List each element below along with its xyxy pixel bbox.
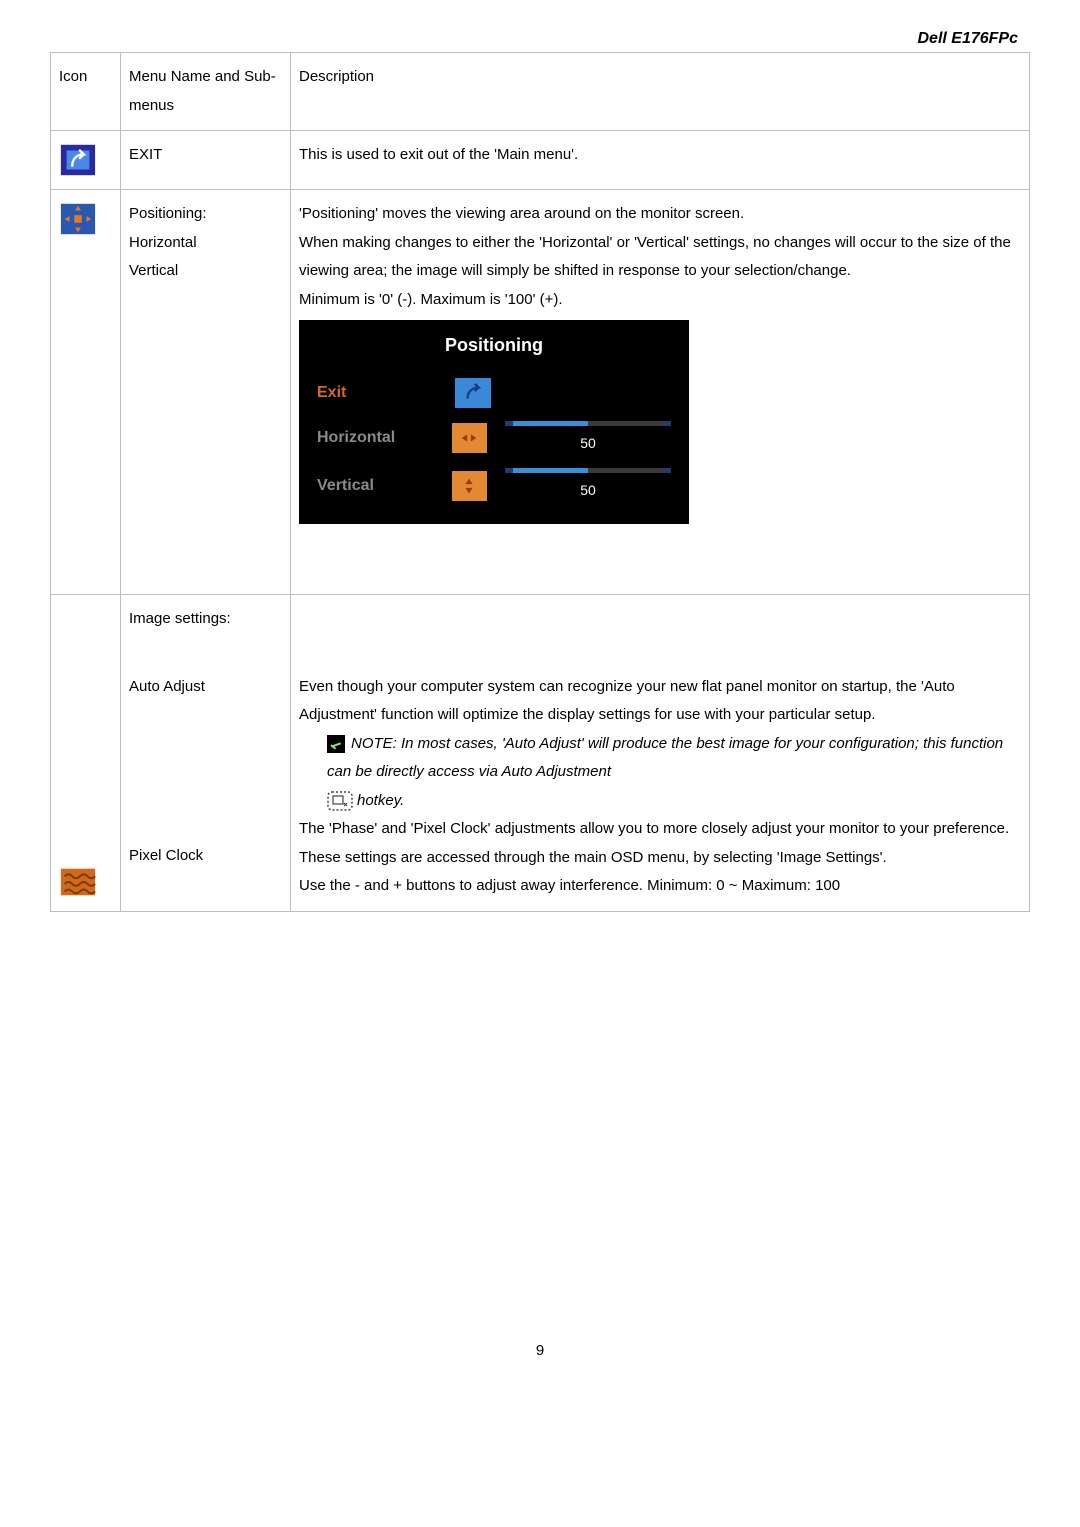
osd-vertical-label: Vertical [317,471,434,501]
osd-vertical-value: 50 [580,477,596,504]
osd-vertical-slider [505,468,671,473]
osd-exit-icon [455,378,491,408]
exit-icon [59,141,97,179]
note-text-1: NOTE: In most cases, 'Auto Adjust' will … [327,735,1003,781]
positioning-osd-panel: Positioning Exit Horizontal [299,320,689,524]
auto-adjust-label: Auto Adjust [129,673,282,702]
osd-horizontal-value: 50 [580,430,596,457]
exit-desc: This is used to exit out of the 'Main me… [291,131,1030,190]
auto-adjust-desc: Even though your computer system can rec… [299,673,1021,730]
exit-menu-label: EXIT [121,131,291,190]
positioning-menu-line3: Vertical [129,257,282,286]
pixel-clock-desc-2: Use the - and + buttons to adjust away i… [299,872,1021,901]
positioning-icon [59,200,97,238]
pixel-clock-label: Pixel Clock [129,842,282,871]
image-settings-heading: Image settings: [129,605,282,634]
osd-horizontal-icon [452,423,487,453]
osd-exit-label: Exit [317,378,437,408]
osd-menu-table: Icon Menu Name and Sub-menus Description… [50,52,1030,912]
col-desc-header: Description [291,53,1030,131]
col-icon-header: Icon [51,53,121,131]
product-header: Dell E176FPc [50,30,1030,48]
page-number: 9 [50,1342,1030,1359]
osd-title: Positioning [299,320,689,372]
positioning-desc-1: 'Positioning' moves the viewing area aro… [299,200,1021,229]
osd-vertical-icon [452,471,487,501]
note-text-2: hotkey. [357,792,404,809]
pixel-clock-icon [59,863,97,901]
osd-horizontal-slider [505,421,671,426]
osd-horizontal-label: Horizontal [317,423,434,453]
positioning-menu-line1: Positioning: [129,200,282,229]
positioning-desc-3: Minimum is '0' (-). Maximum is '100' (+)… [299,286,1021,315]
col-menu-header: Menu Name and Sub-menus [121,53,291,131]
positioning-menu-line2: Horizontal [129,229,282,258]
positioning-desc-2: When making changes to either the 'Horiz… [299,229,1021,286]
note-icon [327,735,345,753]
pixel-clock-desc-1: The 'Phase' and 'Pixel Clock' adjustment… [299,815,1021,872]
auto-adjust-hotkey-icon [327,791,353,811]
